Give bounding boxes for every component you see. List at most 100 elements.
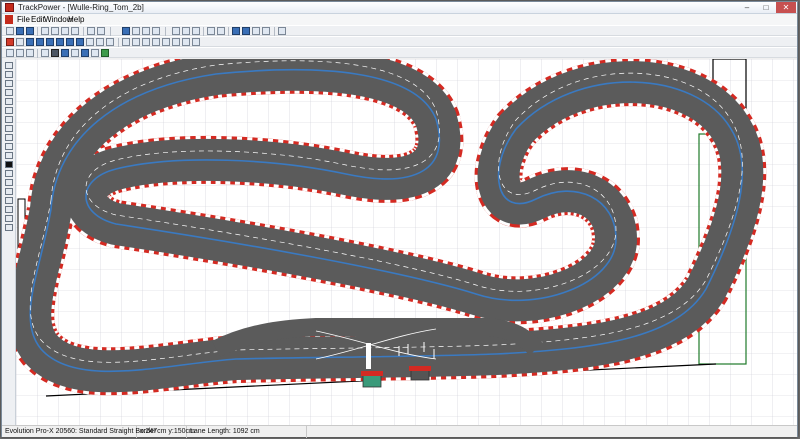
move-icon[interactable] — [5, 71, 13, 78]
menu-file[interactable]: File — [17, 14, 30, 25]
color-box-icon[interactable] — [26, 49, 34, 57]
border-icon[interactable] — [66, 38, 74, 46]
tree-icon[interactable] — [152, 38, 160, 46]
label-icon[interactable] — [5, 197, 13, 204]
app-logo-icon — [5, 3, 14, 12]
terminal-box — [362, 374, 382, 388]
help-icon[interactable] — [278, 27, 286, 35]
select-arrow-icon[interactable] — [6, 49, 14, 57]
toolbar-separator — [165, 27, 166, 36]
tool-palette — [2, 59, 16, 425]
toolbar-separator — [274, 27, 275, 36]
terminal-icon[interactable] — [106, 38, 114, 46]
align-icon[interactable] — [71, 49, 79, 57]
barrier-icon[interactable] — [122, 38, 130, 46]
dropdown-arrow-icon[interactable] — [16, 38, 24, 46]
power-cap — [409, 366, 431, 371]
crossing-icon[interactable] — [46, 38, 54, 46]
ellipse-icon[interactable] — [5, 134, 13, 141]
pit-lane-icon[interactable] — [76, 38, 84, 46]
redo-icon[interactable] — [97, 27, 105, 35]
group-icon[interactable] — [91, 49, 99, 57]
flag-icon[interactable] — [162, 38, 170, 46]
zoom-in-icon[interactable] — [5, 206, 13, 213]
zoom-icon[interactable] — [122, 27, 130, 35]
window-title: TrackPower - [Wulle-Ring_Tom_2b] — [18, 3, 144, 12]
settings-icon[interactable] — [152, 27, 160, 35]
arc-icon[interactable] — [5, 107, 13, 114]
toolbar-separator — [203, 27, 204, 36]
support-icon[interactable] — [96, 38, 104, 46]
undo-icon[interactable] — [87, 27, 95, 35]
cut-icon[interactable] — [51, 27, 59, 35]
grid-icon[interactable] — [132, 27, 140, 35]
connect-icon[interactable] — [16, 49, 24, 57]
counter-icon[interactable] — [172, 38, 180, 46]
track-piece-icon[interactable] — [6, 38, 14, 46]
menu-edit[interactable]: Edit — [31, 14, 45, 25]
zoom-out-icon[interactable] — [5, 215, 13, 222]
piece-c-icon[interactable] — [192, 27, 200, 35]
power-icon[interactable] — [192, 38, 200, 46]
status-coordinates: x:247cm y:150cm — [137, 426, 195, 438]
track-canvas[interactable] — [16, 59, 797, 425]
lane-change-icon[interactable] — [56, 38, 64, 46]
stroke-color-icon[interactable] — [5, 152, 13, 159]
window-tile-icon[interactable] — [242, 27, 250, 35]
copy-icon[interactable] — [61, 27, 69, 35]
flip-icon[interactable] — [217, 27, 225, 35]
close-button[interactable]: ✕ — [776, 2, 796, 13]
rotate-tool-icon[interactable] — [5, 80, 13, 87]
layer-icon[interactable] — [142, 27, 150, 35]
document-icon[interactable] — [5, 15, 13, 24]
new-icon[interactable] — [6, 27, 14, 35]
polyline-icon[interactable] — [5, 98, 13, 105]
window-list-icon[interactable] — [262, 27, 270, 35]
power-box — [410, 369, 430, 381]
line-icon[interactable] — [5, 89, 13, 96]
snap-icon[interactable] — [81, 49, 89, 57]
select-icon[interactable] — [5, 62, 13, 69]
track-toolbar — [2, 36, 797, 47]
rotate-icon[interactable] — [207, 27, 215, 35]
minimize-button[interactable]: – — [737, 2, 757, 13]
zoom-fit-icon[interactable] — [5, 224, 13, 231]
fill-icon[interactable] — [5, 143, 13, 150]
toolbar-separator — [110, 27, 111, 36]
rectangle-icon[interactable] — [5, 125, 13, 132]
status-lane-length: Lane Length: 1092 cm — [187, 426, 307, 438]
height-icon[interactable] — [51, 49, 59, 57]
piece-a-icon[interactable] — [172, 27, 180, 35]
status-track-piece: Evolution Pro-X 20560: Standard Straight… — [2, 426, 156, 438]
fill-color-icon[interactable] — [5, 161, 13, 168]
pencil-icon[interactable] — [5, 116, 13, 123]
controller-icon[interactable] — [182, 38, 190, 46]
terminal-cap — [361, 371, 383, 376]
tower-icon[interactable] — [132, 38, 140, 46]
print-icon[interactable] — [41, 27, 49, 35]
line-width-icon[interactable] — [5, 170, 13, 177]
check-icon[interactable] — [101, 49, 109, 57]
save-icon[interactable] — [26, 27, 34, 35]
track-layout-drawing — [16, 59, 797, 425]
straight-icon[interactable] — [26, 38, 34, 46]
image-icon[interactable] — [5, 188, 13, 195]
paste-icon[interactable] — [71, 27, 79, 35]
open-icon[interactable] — [16, 27, 24, 35]
toolbar-separator — [118, 38, 119, 47]
measure-icon[interactable] — [41, 49, 49, 57]
maximize-button[interactable]: □ — [756, 2, 776, 13]
toolbar-separator — [37, 27, 38, 36]
bridge-icon[interactable] — [86, 38, 94, 46]
window-split-icon[interactable] — [252, 27, 260, 35]
piece-b-icon[interactable] — [182, 27, 190, 35]
text-icon[interactable] — [5, 179, 13, 186]
menu-help[interactable]: Help — [68, 14, 84, 25]
menu-bar: File Edit Window Help — [2, 14, 797, 25]
lanes-icon[interactable] — [61, 49, 69, 57]
building-icon[interactable] — [142, 38, 150, 46]
status-bar: Evolution Pro-X 20560: Standard Straight… — [2, 425, 797, 438]
start-finish-line — [366, 343, 371, 369]
curve-icon[interactable] — [36, 38, 44, 46]
window-cascade-icon[interactable] — [232, 27, 240, 35]
